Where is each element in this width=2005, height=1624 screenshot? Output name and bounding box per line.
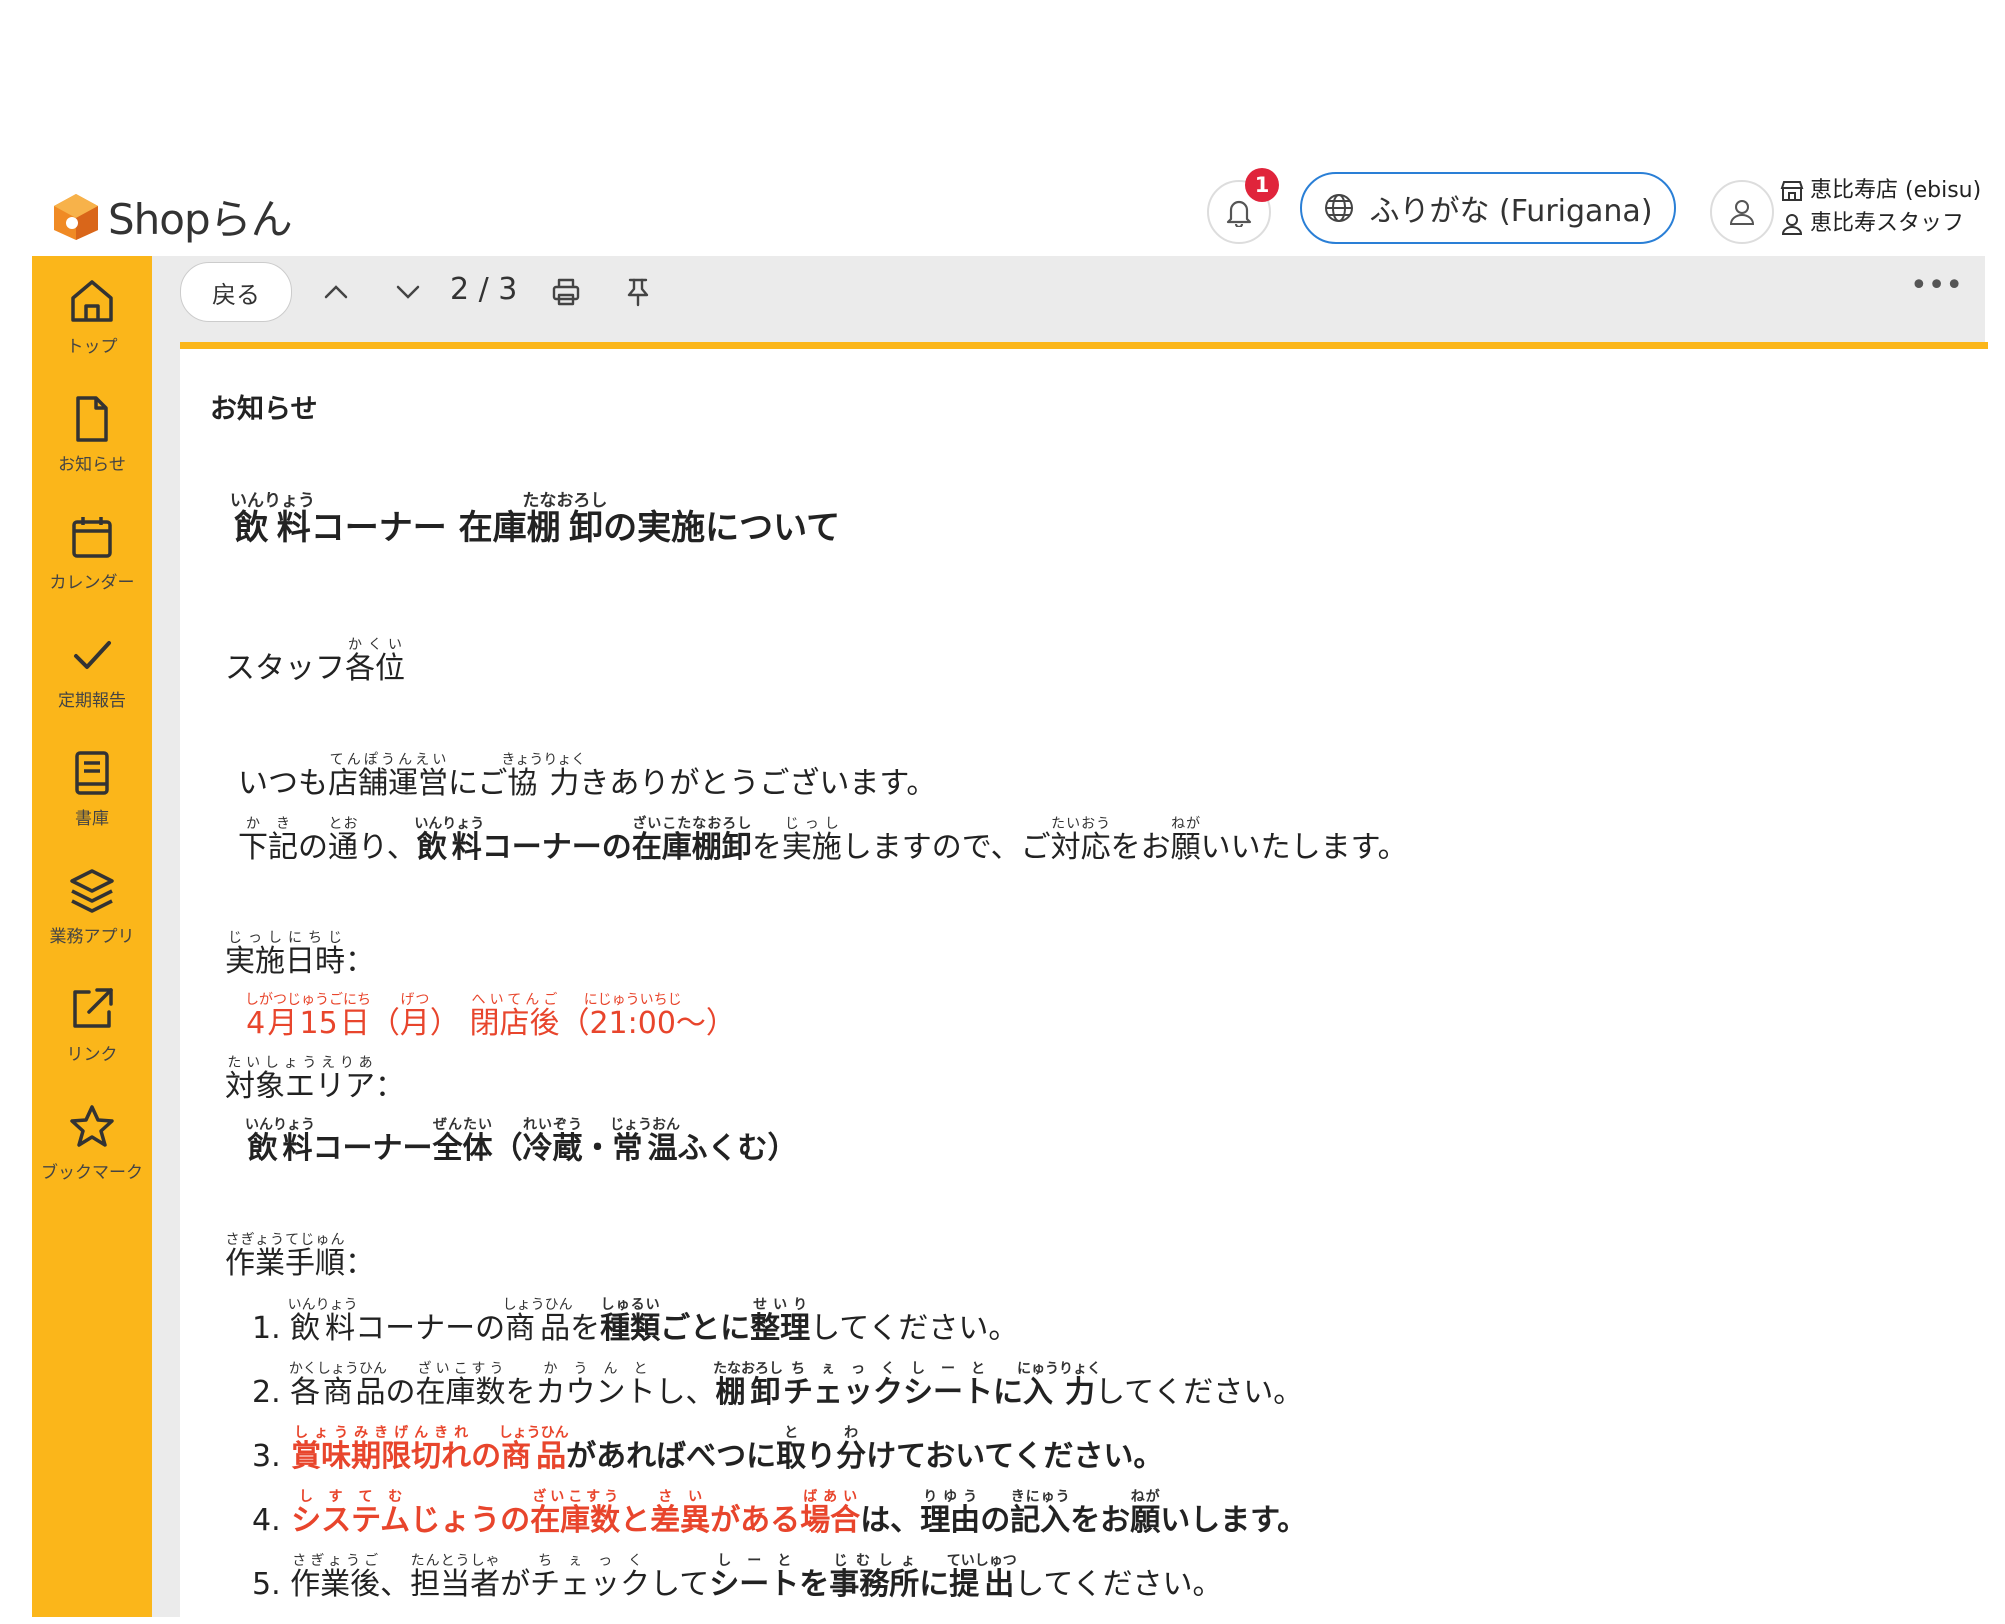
external-link-icon <box>73 988 113 1028</box>
sidebar-item-label: 書庫 <box>75 809 109 829</box>
user-avatar-button[interactable] <box>1710 180 1774 244</box>
sidebar: トップ お知らせ カレンダー 定期報告 書庫 業務アプリ リンク ブックマーク <box>32 256 152 1617</box>
calendar-icon <box>72 517 112 558</box>
document-icon <box>76 396 108 442</box>
more-options-button[interactable]: ••• <box>1910 268 1963 303</box>
sidebar-item-label: お知らせ <box>58 455 126 475</box>
section-title: お知らせ <box>210 394 318 425</box>
globe-icon <box>1325 194 1354 222</box>
page-indicator: 2 / 3 <box>450 272 518 307</box>
sidebar-item-calendar[interactable]: カレンダー <box>32 512 152 593</box>
furigana-label: ふりがな (Furigana) <box>1369 194 1653 229</box>
list-item: 1. 飲料いんりょうコーナーの商品しょうひんを種類しゅるいごとに整理せいりしてく… <box>252 1297 1019 1346</box>
sidebar-item-top[interactable]: トップ <box>32 276 152 357</box>
sidebar-item-label: 業務アプリ <box>49 927 135 947</box>
user-name: 恵比寿スタッフ <box>1810 211 1965 236</box>
user-small-icon <box>1781 213 1803 235</box>
toolbar: 戻る 2 / 3 ••• <box>180 262 1980 322</box>
sidebar-item-label: カレンダー <box>49 573 135 593</box>
next-button[interactable] <box>390 274 426 310</box>
area-value: 飲料いんりょうコーナー全体ぜんたい（冷蔵れいぞう・常温じょうおんふくむ） <box>245 1117 798 1166</box>
print-button[interactable] <box>548 274 584 310</box>
sidebar-item-label: トップ <box>66 337 118 357</box>
store-name: 恵比寿店 (ebisu) <box>1810 178 1982 203</box>
date-label: 実施日時じっしにちじ： <box>225 930 375 979</box>
greeting: スタッフ各位かくい <box>225 637 405 686</box>
notice-card: お知らせ 飲料いんりょうコーナー 在庫棚卸たなおろしの実施について スタッフ各位… <box>180 342 1988 1624</box>
book-icon <box>75 751 109 795</box>
list-item: 4. システムしすてむじょうの在庫数ざいこすうと差異さいがある場合ばあいは、理由… <box>252 1489 1308 1538</box>
steps-label: 作業手順さぎょうてじゅん： <box>225 1232 375 1281</box>
sidebar-item-label: 定期報告 <box>58 691 126 711</box>
chevron-down-icon <box>396 285 420 299</box>
chevron-up-icon <box>324 285 348 299</box>
pin-button[interactable] <box>620 274 656 310</box>
user-icon <box>1729 200 1755 225</box>
pin-icon <box>627 278 649 307</box>
sidebar-item-business-apps[interactable]: 業務アプリ <box>32 866 152 947</box>
sidebar-item-notices[interactable]: お知らせ <box>32 394 152 475</box>
previous-button[interactable] <box>318 274 354 310</box>
logo-icon <box>52 192 100 242</box>
bell-icon <box>1226 200 1252 227</box>
back-button[interactable]: 戻る <box>180 262 292 322</box>
sidebar-item-library[interactable]: 書庫 <box>32 748 152 829</box>
sidebar-item-periodic-report[interactable]: 定期報告 <box>32 630 152 711</box>
layers-icon <box>70 869 114 913</box>
star-icon <box>70 1105 114 1147</box>
home-icon <box>71 280 113 322</box>
furigana-toggle-button[interactable]: ふりがな (Furigana) <box>1300 172 1676 244</box>
notification-badge: 1 <box>1245 168 1279 202</box>
check-icon <box>74 641 111 669</box>
user-info[interactable]: 恵比寿店 (ebisu) 恵比寿スタッフ <box>1780 174 1981 240</box>
list-item: 3. 賞味期限切れしょうみきげんきれの商品しょうひんがあればべつに取とり分わけて… <box>252 1425 1164 1474</box>
app-logo[interactable]: Shopらん <box>52 186 293 247</box>
sidebar-item-links[interactable]: リンク <box>32 984 152 1065</box>
sidebar-item-label: ブックマーク <box>41 1163 143 1183</box>
paragraph-1: いつも店舗運営てんぽうんえいにご協力きょうりょくきありがとうございます。 <box>238 752 937 801</box>
sidebar-item-bookmarks[interactable]: ブックマーク <box>32 1102 152 1183</box>
sidebar-item-label: リンク <box>66 1045 118 1065</box>
area-label: 対象エリアたいしょうえりあ： <box>225 1055 405 1104</box>
notice-title: 飲料いんりょうコーナー 在庫棚卸たなおろしの実施について <box>230 491 841 548</box>
store-icon <box>1780 180 1804 201</box>
print-icon <box>552 278 580 306</box>
logo-text: Shopらん <box>108 195 293 244</box>
paragraph-2: 下記かきの通とおり、飲料いんりょうコーナーの在庫棚卸ざいこたなおろしを実施じっし… <box>238 816 1408 865</box>
list-item: 2. 各商品かくしょうひんの在庫数ざいこすうをカウントかうんとし、棚卸たなおろし… <box>252 1361 1304 1410</box>
list-item: 5. 作業後さぎょうご、担当者たんとうしゃがチェックちぇっくしてシートしーとを事… <box>252 1553 1223 1602</box>
date-value: 4月15日しがつじゅうごにち（月げつ） 閉店後へいてんご（21:00にじゅういち… <box>245 992 736 1041</box>
